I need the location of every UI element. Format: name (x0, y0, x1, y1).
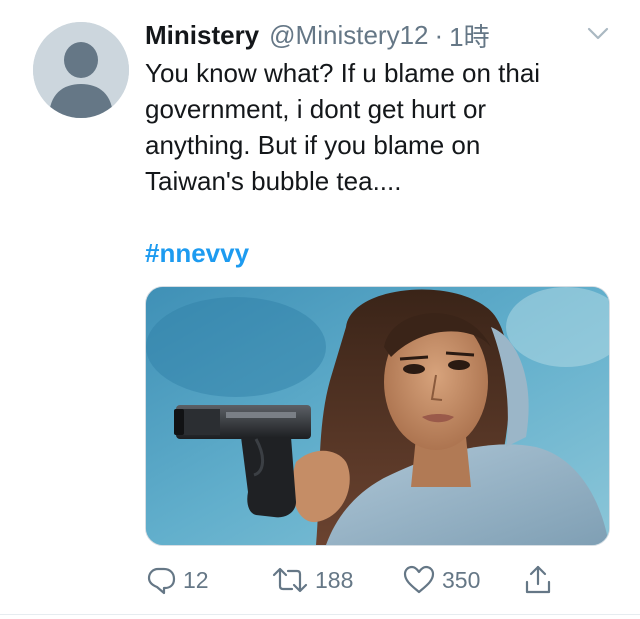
tweet[interactable]: Ministery @Ministery12 · 1時 You know wha… (0, 0, 640, 619)
like-button[interactable]: 350 (402, 560, 480, 600)
timestamp[interactable]: 1時 (449, 17, 489, 54)
display-name[interactable]: Ministery (145, 20, 259, 51)
tweet-text-line: anything. But if you blame on (145, 130, 481, 160)
hashtag-link[interactable]: #nnevvy (145, 235, 249, 271)
reply-icon (147, 567, 176, 595)
chevron-down-icon[interactable] (586, 26, 610, 42)
avatar[interactable] (33, 22, 129, 118)
default-profile-icon (33, 22, 129, 118)
heart-icon (403, 565, 435, 594)
tweet-text: You know what? If u blame on thai govern… (145, 55, 615, 199)
share-button[interactable] (523, 560, 553, 600)
divider (0, 614, 640, 615)
separator-dot: · (434, 19, 444, 50)
retweet-count: 188 (315, 566, 354, 593)
tweet-actions: 12 188 350 (145, 560, 615, 600)
tweet-text-line: Taiwan's bubble tea.... (145, 166, 402, 196)
tweet-text-line: government, i dont get hurt or (145, 94, 487, 124)
like-count: 350 (442, 566, 481, 593)
user-handle[interactable]: @Ministery12 (269, 20, 428, 51)
retweet-button[interactable]: 188 (271, 560, 353, 600)
photo-image (146, 287, 609, 545)
reply-count: 12 (183, 566, 209, 593)
share-icon (525, 565, 551, 594)
tweet-header: Ministery @Ministery12 · 1時 (145, 18, 490, 52)
retweet-icon (272, 567, 308, 593)
tweet-media[interactable] (145, 286, 610, 546)
tweet-text-line: You know what? If u blame on thai (145, 58, 541, 88)
reply-button[interactable]: 12 (145, 560, 209, 600)
